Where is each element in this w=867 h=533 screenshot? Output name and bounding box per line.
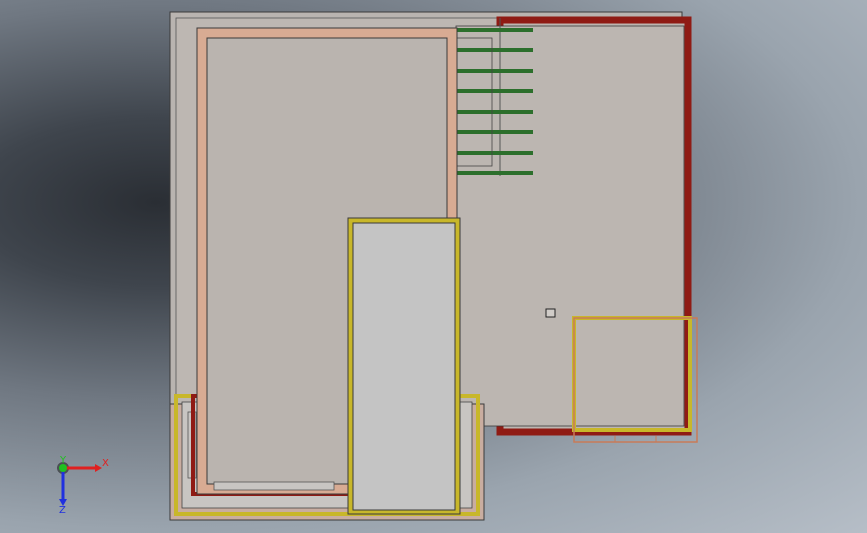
right-box-panel <box>455 25 685 427</box>
axis-triad[interactable]: X Y Z <box>50 455 110 515</box>
marker-square[interactable] <box>545 308 556 318</box>
model-drawing[interactable] <box>0 0 867 533</box>
cad-viewport[interactable]: X Y Z <box>0 0 867 533</box>
x-axis-arrowhead <box>95 464 102 472</box>
z-axis-label: Z <box>59 505 66 515</box>
front-door-panel[interactable] <box>352 222 456 511</box>
y-axis-label: Y <box>59 455 67 466</box>
x-axis-label: X <box>102 458 109 469</box>
left-door-hinge-strip <box>213 481 335 491</box>
